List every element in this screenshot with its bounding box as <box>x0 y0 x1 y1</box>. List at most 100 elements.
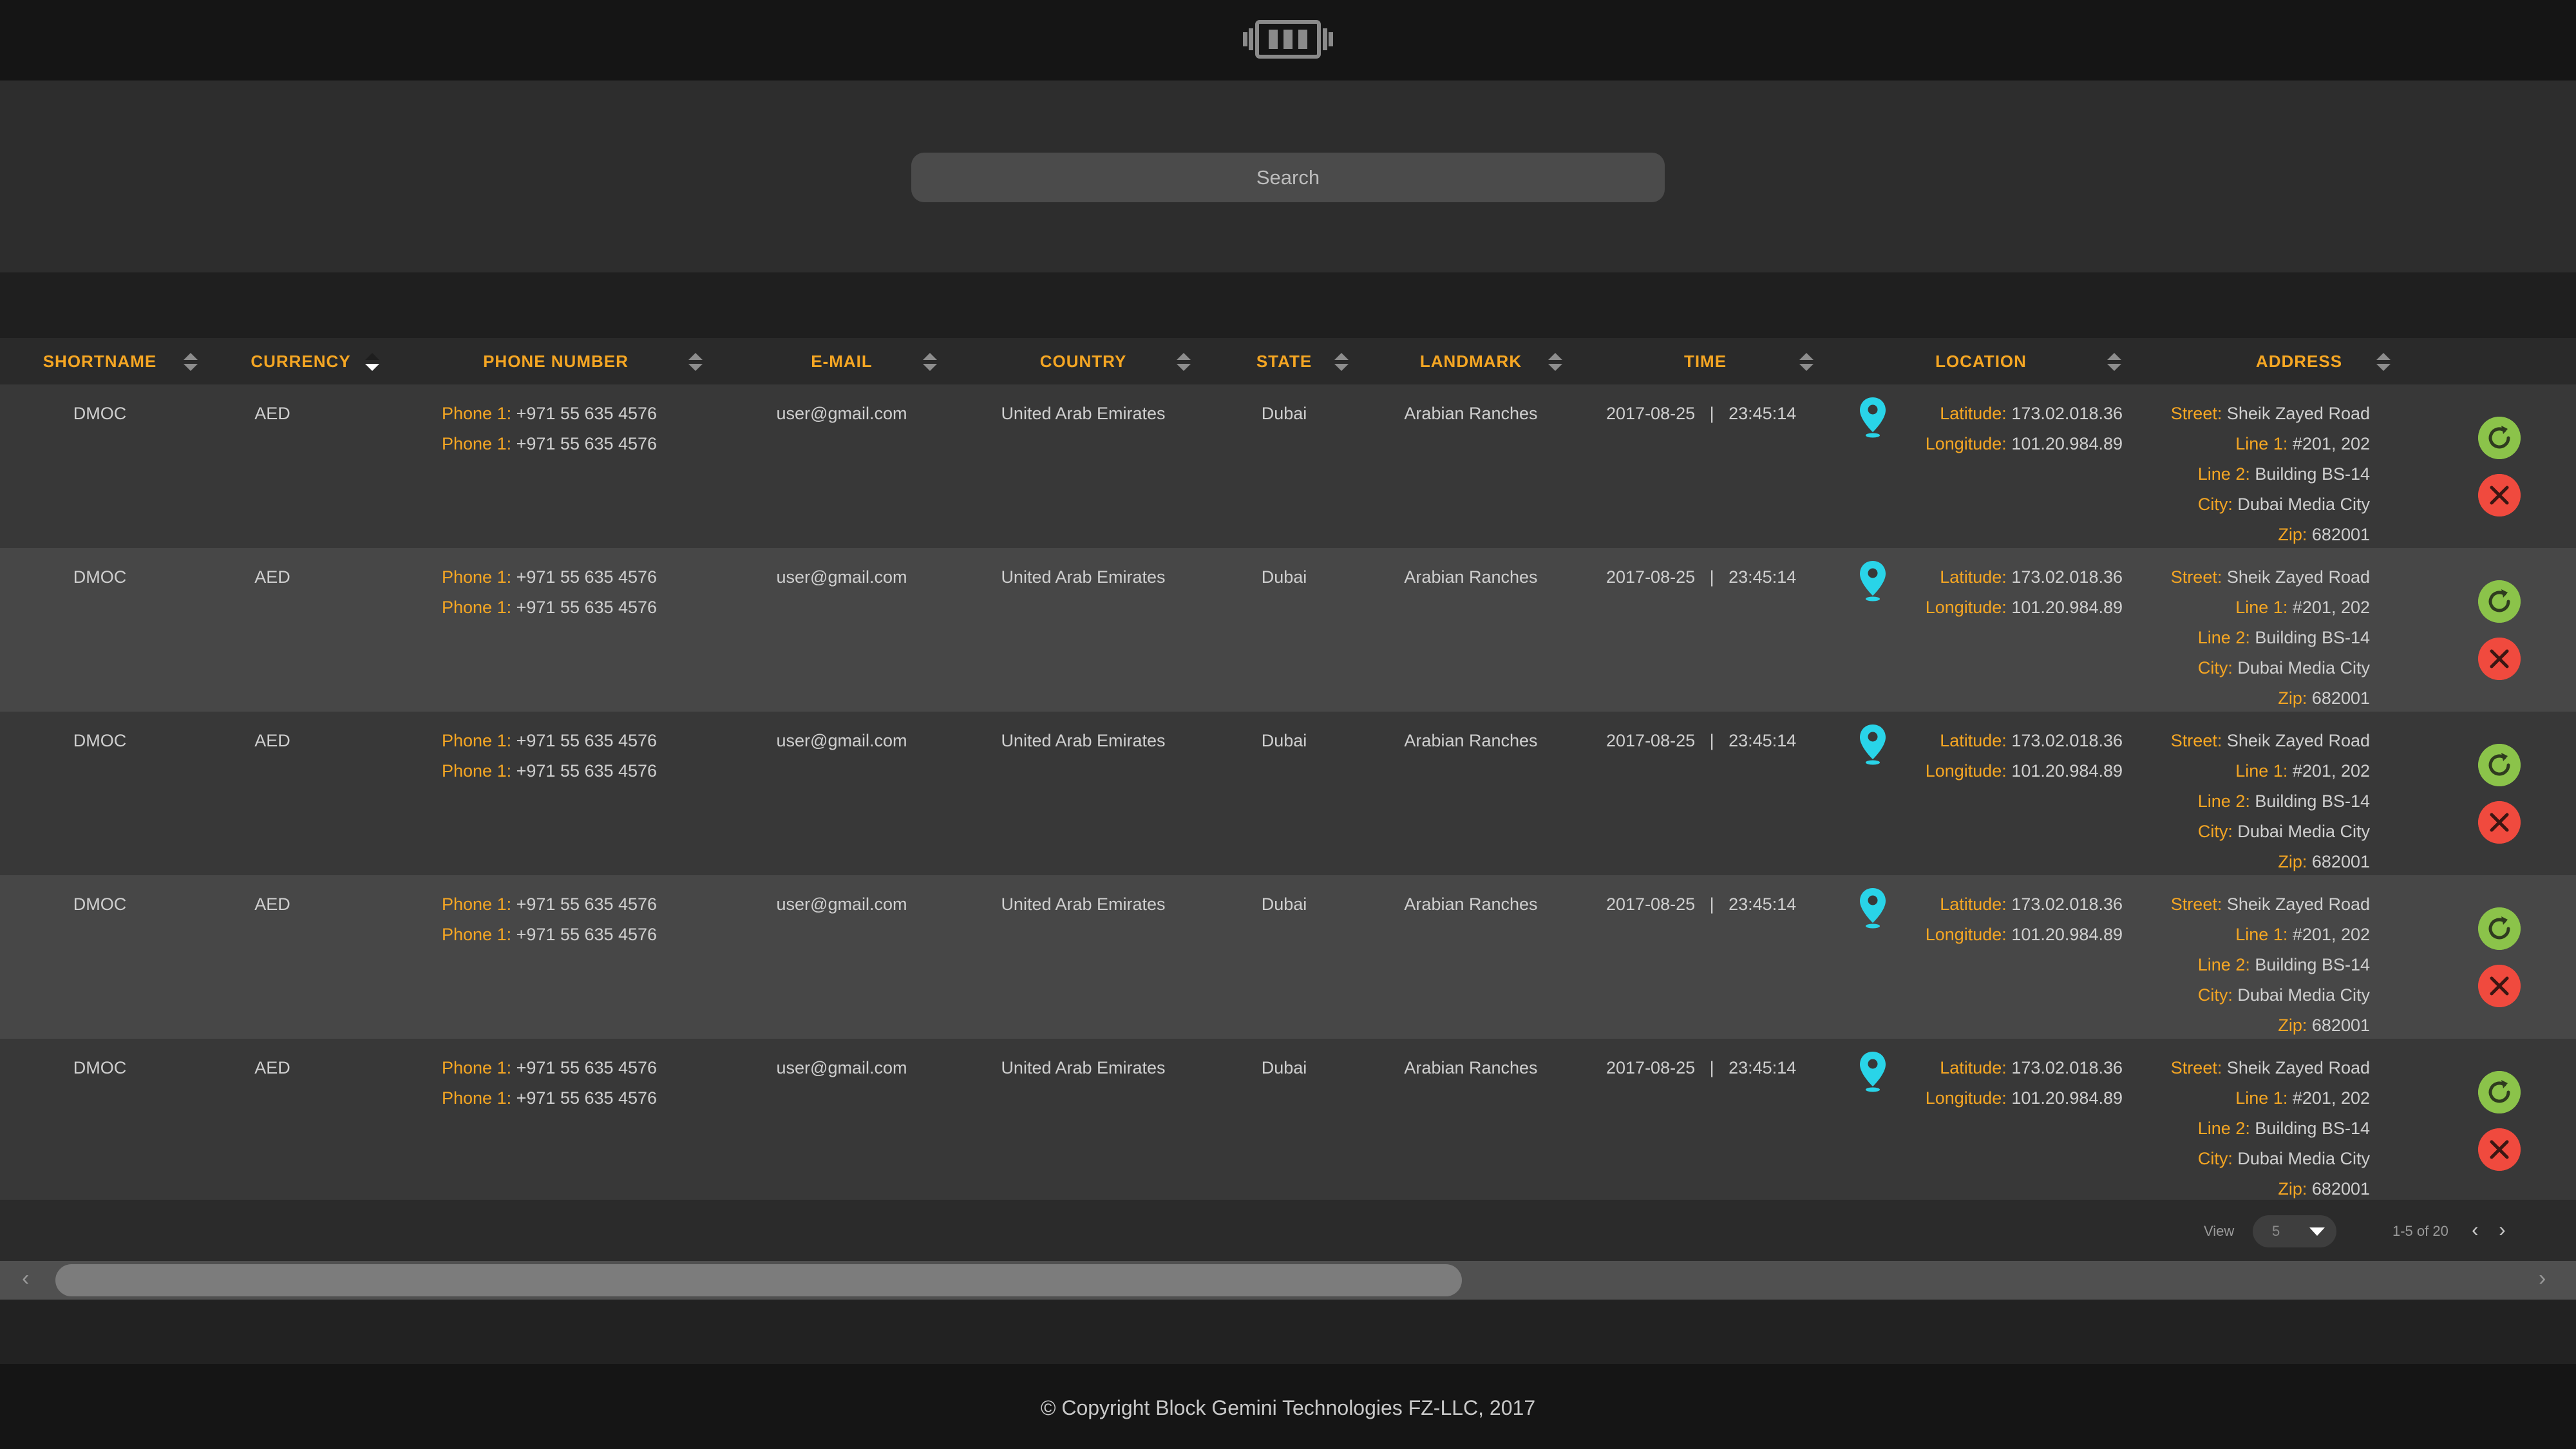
scroll-left-icon[interactable]: ‹ <box>22 1266 29 1291</box>
phone-value: +971 55 635 4576 <box>516 567 658 587</box>
cell-email[interactable]: user@gmail.com <box>730 889 954 920</box>
table-row[interactable]: DMOC AED Phone 1: +971 55 635 4576 Phone… <box>0 875 2576 1039</box>
sort-arrows-icon[interactable] <box>688 350 703 374</box>
cell-shortname: DMOC <box>73 404 127 423</box>
header-country[interactable]: COUNTRY <box>964 338 1202 384</box>
sort-arrows-icon[interactable] <box>1334 350 1349 374</box>
header-time[interactable]: TIME <box>1589 338 1821 384</box>
latitude-label: Latitude: <box>1940 404 2007 423</box>
header-shortname[interactable]: SHORTNAME <box>0 338 200 384</box>
cell-time: 2017-08-25 | 23:45:14 <box>1606 567 1797 587</box>
line2-value: Building BS-14 <box>2255 1119 2370 1138</box>
line1-label: Line 1: <box>2235 1088 2288 1108</box>
close-icon[interactable] <box>2478 801 2521 844</box>
cell-phone: Phone 1: +971 55 635 4576 Phone 1: +971 … <box>442 1053 725 1113</box>
table-row[interactable]: DMOC AED Phone 1: +971 55 635 4576 Phone… <box>0 712 2576 875</box>
cell-time: 2017-08-25 | 23:45:14 <box>1606 895 1797 914</box>
cell-state: Dubai <box>1261 567 1307 587</box>
phone-value: +971 55 635 4576 <box>516 434 658 453</box>
cell-state: Dubai <box>1261 404 1307 423</box>
line2-value: Building BS-14 <box>2255 955 2370 974</box>
map-pin-icon[interactable] <box>1858 560 1888 602</box>
line2-label: Line 2: <box>2197 791 2250 811</box>
sort-arrows-icon[interactable] <box>1176 350 1191 374</box>
page-range: 1-5 of 20 <box>2392 1223 2448 1239</box>
cell-country: United Arab Emirates <box>1001 1058 1166 1077</box>
sort-arrows-icon[interactable] <box>365 350 380 374</box>
latitude-label: Latitude: <box>1940 895 2007 914</box>
cell-address: Street: Sheik Zayed Road Line 1: #201, 2… <box>2151 1053 2370 1204</box>
close-icon[interactable] <box>2478 474 2521 516</box>
header-state[interactable]: STATE <box>1218 338 1350 384</box>
header-currency[interactable]: CURRENCY <box>225 338 377 384</box>
header-landmark[interactable]: LANDMARK <box>1374 338 1567 384</box>
sort-arrows-icon[interactable] <box>2107 350 2122 374</box>
header-phone-number[interactable]: PHONE NUMBER <box>408 338 704 384</box>
phone-value: +971 55 635 4576 <box>516 761 658 781</box>
phone-label: Phone 1: <box>442 731 512 750</box>
page-size-select[interactable]: 5 <box>2253 1215 2336 1247</box>
table-row[interactable]: DMOC AED Phone 1: +971 55 635 4576 Phone… <box>0 548 2576 712</box>
cell-time: 2017-08-25 | 23:45:14 <box>1606 731 1797 750</box>
latitude-value: 173.02.018.36 <box>2011 1058 2123 1077</box>
longitude-value: 101.20.984.89 <box>2011 434 2123 453</box>
street-label: Street: <box>2170 404 2222 423</box>
header-email[interactable]: E-MAIL <box>730 338 954 384</box>
close-icon[interactable] <box>2478 1128 2521 1171</box>
map-pin-icon[interactable] <box>1858 723 1888 766</box>
phone-label: Phone 1: <box>442 1058 512 1077</box>
cell-email[interactable]: user@gmail.com <box>730 1053 954 1083</box>
header-location[interactable]: LOCATION <box>1841 338 2121 384</box>
cell-shortname: DMOC <box>73 1058 127 1077</box>
table-header: SHORTNAME CURRENCY PHONE NUMBER E-MAIL C… <box>0 338 2576 384</box>
cell-phone: Phone 1: +971 55 635 4576 Phone 1: +971 … <box>442 889 725 950</box>
map-pin-icon[interactable] <box>1858 887 1888 929</box>
longitude-label: Longitude: <box>1925 925 2007 944</box>
phone-label: Phone 1: <box>442 598 512 617</box>
sort-arrows-icon[interactable] <box>1799 350 1814 374</box>
logo-icon[interactable] <box>1243 19 1333 59</box>
refresh-icon[interactable] <box>2478 580 2521 623</box>
street-label: Street: <box>2170 1058 2222 1077</box>
line2-label: Line 2: <box>2197 628 2250 647</box>
cell-currency: AED <box>254 567 290 587</box>
refresh-icon[interactable] <box>2478 744 2521 786</box>
cell-email[interactable]: user@gmail.com <box>730 726 954 756</box>
cell-landmark: Arabian Ranches <box>1404 1058 1538 1077</box>
close-icon[interactable] <box>2478 965 2521 1007</box>
sort-arrows-icon[interactable] <box>1548 350 1563 374</box>
phone-label: Phone 1: <box>442 434 512 453</box>
map-pin-icon[interactable] <box>1858 396 1888 439</box>
line1-label: Line 1: <box>2235 434 2288 453</box>
cell-phone: Phone 1: +971 55 635 4576 Phone 1: +971 … <box>442 399 725 459</box>
cell-email[interactable]: user@gmail.com <box>730 562 954 592</box>
close-icon[interactable] <box>2478 638 2521 680</box>
line2-value: Building BS-14 <box>2255 464 2370 484</box>
refresh-icon[interactable] <box>2478 417 2521 459</box>
scrollbar-thumb[interactable] <box>55 1264 1462 1296</box>
scroll-right-icon[interactable]: › <box>2539 1266 2546 1291</box>
cell-email[interactable]: user@gmail.com <box>730 399 954 429</box>
chevron-left-icon[interactable]: ‹ <box>2472 1218 2479 1242</box>
sort-arrows-icon[interactable] <box>183 350 198 374</box>
header-address[interactable]: ADDRESS <box>2148 338 2450 384</box>
longitude-value: 101.20.984.89 <box>2011 1088 2123 1108</box>
refresh-icon[interactable] <box>2478 1071 2521 1113</box>
city-label: City: <box>2197 658 2233 677</box>
horizontal-scrollbar[interactable]: ‹ › <box>0 1261 2576 1300</box>
copyright-text: © Copyright Block Gemini Technologies FZ… <box>1040 1396 1536 1419</box>
map-pin-icon[interactable] <box>1858 1050 1888 1093</box>
table-body: DMOC AED Phone 1: +971 55 635 4576 Phone… <box>0 384 2576 1202</box>
table-row[interactable]: DMOC AED Phone 1: +971 55 635 4576 Phone… <box>0 384 2576 548</box>
refresh-icon[interactable] <box>2478 907 2521 950</box>
chevron-right-icon[interactable]: › <box>2499 1218 2506 1242</box>
table-row[interactable]: DMOC AED Phone 1: +971 55 635 4576 Phone… <box>0 1039 2576 1202</box>
phone-label: Phone 1: <box>442 761 512 781</box>
phone-value: +971 55 635 4576 <box>516 1058 658 1077</box>
sort-arrows-icon[interactable] <box>2376 350 2391 374</box>
cell-country: United Arab Emirates <box>1001 404 1166 423</box>
cell-location: Latitude: 173.02.018.36 Longitude: 101.2… <box>1893 1053 2123 1113</box>
sort-arrows-icon[interactable] <box>922 350 938 374</box>
street-value: Sheik Zayed Road <box>2226 895 2370 914</box>
search-input[interactable]: Search <box>911 153 1665 202</box>
